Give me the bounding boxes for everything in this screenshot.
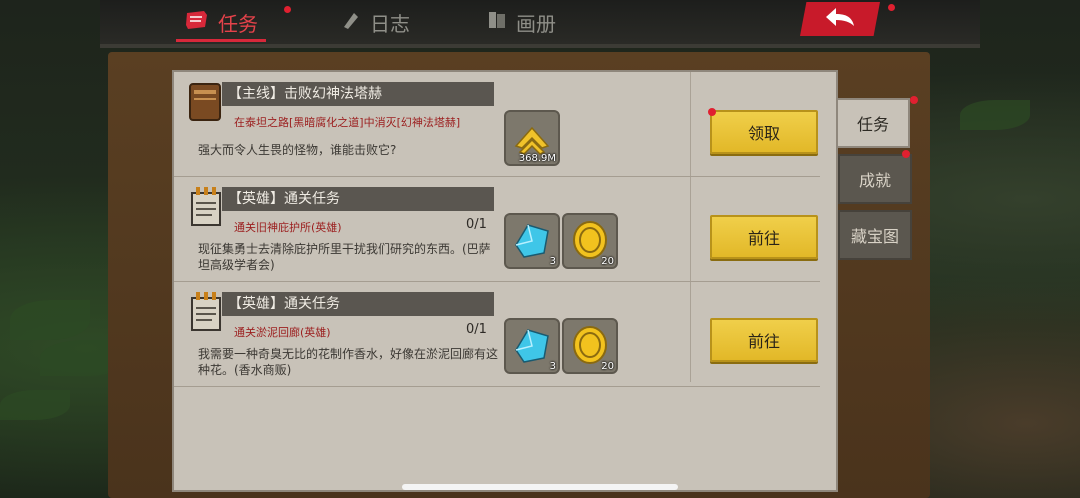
top-tab-bar: 任务 日志 画册 (100, 0, 980, 48)
claim-button[interactable]: 领取 (710, 110, 818, 154)
quest-title: 【英雄】通关任务 (222, 187, 494, 211)
reward-quantity: 368.9M (518, 153, 556, 164)
quest-progress: 0/1 (466, 217, 487, 232)
active-tab-underline (176, 39, 266, 42)
quest-row: 【主线】击败幻神法塔赫 在泰坦之路[黑暗腐化之道]中消灭[幻神法塔赫] 强大而令… (174, 72, 820, 177)
tab-label: 任务 (218, 11, 258, 36)
reward-slot[interactable]: 368.9M (504, 110, 560, 166)
side-tab-treasure-map[interactable]: 藏宝图 (838, 210, 912, 260)
foliage (0, 390, 70, 420)
reward-quantity: 3 (549, 361, 556, 372)
book-icon (186, 80, 226, 124)
notification-dot (910, 96, 918, 104)
reward-slot[interactable]: 20 (562, 213, 618, 269)
reward-quantity: 20 (601, 361, 614, 372)
reward-quantity: 20 (601, 256, 614, 267)
feather-icon (340, 9, 362, 36)
quest-description: 强大而令人生畏的怪物，谁能击败它? (198, 143, 397, 157)
notification-dot (902, 150, 910, 158)
side-tab-quests[interactable]: 任务 (836, 98, 910, 148)
reward-slot[interactable]: 3 (504, 318, 560, 374)
quest-description: 现征集勇士去清除庇护所里干扰我们研究的东西。(巴萨坦高级学者会) (198, 242, 491, 272)
back-arrow-icon (822, 5, 858, 33)
reward-quantity: 3 (549, 256, 556, 267)
reward-slot[interactable]: 3 (504, 213, 560, 269)
reward-slot[interactable]: 20 (562, 318, 618, 374)
quest-row: 【英雄】通关任务 通关旧神庇护所(英雄) 0/1 现征集勇士去清除庇护所里干扰我… (174, 177, 820, 282)
scroll-icon (184, 9, 210, 36)
foliage (10, 300, 90, 340)
notepad-icon (186, 185, 226, 229)
quest-objective: 通关淤泥回廊(英雄) (234, 326, 331, 339)
quest-objective: 在泰坦之路[黑暗腐化之道]中消灭[幻神法塔赫] (234, 116, 461, 129)
book-icon (486, 9, 508, 36)
tab-label: 日志 (370, 11, 410, 36)
notepad-icon (186, 290, 226, 334)
quest-progress: 0/1 (466, 322, 487, 337)
notification-dot (284, 6, 291, 13)
tab-album[interactable]: 画册 (486, 6, 556, 38)
tab-journal[interactable]: 日志 (340, 6, 410, 38)
notification-dot (888, 4, 895, 11)
tab-quests[interactable]: 任务 (176, 6, 266, 42)
quest-panel: 【主线】击败幻神法塔赫 在泰坦之路[黑暗腐化之道]中消灭[幻神法塔赫] 强大而令… (172, 70, 838, 492)
go-button[interactable]: 前往 (710, 215, 818, 259)
notification-dot (708, 108, 716, 116)
back-button[interactable] (800, 2, 880, 36)
quest-objective: 通关旧神庇护所(英雄) (234, 221, 342, 234)
go-button[interactable]: 前往 (710, 318, 818, 362)
quest-title: 【主线】击败幻神法塔赫 (222, 82, 494, 106)
home-indicator[interactable] (402, 484, 678, 490)
quest-row: 【英雄】通关任务 通关淤泥回廊(英雄) 0/1 我需要一种奇臭无比的花制作香水，… (174, 282, 820, 387)
tab-label: 画册 (516, 11, 556, 36)
quest-title: 【英雄】通关任务 (222, 292, 494, 316)
quest-description: 我需要一种奇臭无比的花制作香水，好像在淤泥回廊有这种花。(香水商贩) (198, 347, 499, 377)
side-tab-achievements[interactable]: 成就 (838, 154, 912, 204)
foliage (960, 100, 1030, 130)
